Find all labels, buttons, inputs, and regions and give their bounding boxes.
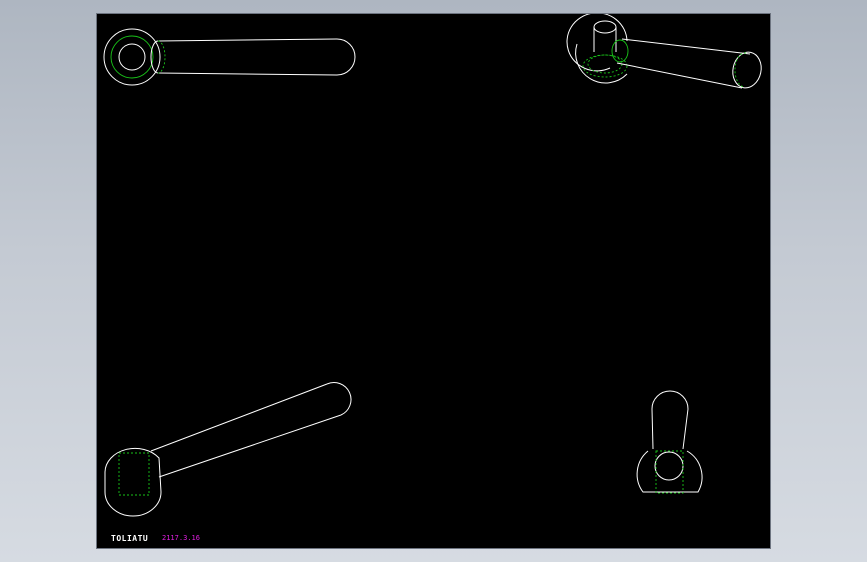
front-handle-upper bbox=[150, 383, 328, 452]
side-hub bbox=[636, 450, 703, 493]
top-view-hub-ring bbox=[110, 35, 154, 79]
top-view-hub-outer bbox=[103, 28, 161, 86]
cad-viewport[interactable]: TOLIATU 2117.3.16 bbox=[96, 13, 771, 549]
top-view bbox=[103, 28, 356, 86]
iso-handle-lower bbox=[616, 62, 743, 89]
date-stamp: 2117.3.16 bbox=[162, 534, 200, 542]
iso-bore-top bbox=[593, 20, 617, 34]
front-view bbox=[104, 382, 352, 517]
top-view-hidden-joint bbox=[157, 40, 166, 74]
side-handle bbox=[651, 390, 689, 450]
front-handle-tip bbox=[326, 382, 352, 416]
top-view-handle bbox=[157, 38, 356, 76]
company-logo: TOLIATU bbox=[111, 534, 149, 543]
iso-handle-end bbox=[732, 51, 762, 89]
iso-neck bbox=[611, 39, 629, 63]
iso-handle-end-hidden bbox=[734, 52, 747, 88]
front-handle-lower bbox=[158, 414, 342, 478]
iso-handle-upper bbox=[621, 38, 751, 55]
top-view-bore bbox=[118, 43, 146, 71]
iso-bore-base-hidden bbox=[582, 54, 628, 78]
side-bore bbox=[654, 451, 684, 481]
isometric-view bbox=[566, 14, 762, 89]
top-view-handle-end bbox=[150, 40, 159, 74]
side-view bbox=[636, 390, 703, 494]
cad-drawing bbox=[103, 14, 762, 517]
front-hub bbox=[104, 447, 162, 517]
front-bore-hidden bbox=[118, 452, 150, 496]
side-bore-hidden bbox=[655, 450, 684, 494]
